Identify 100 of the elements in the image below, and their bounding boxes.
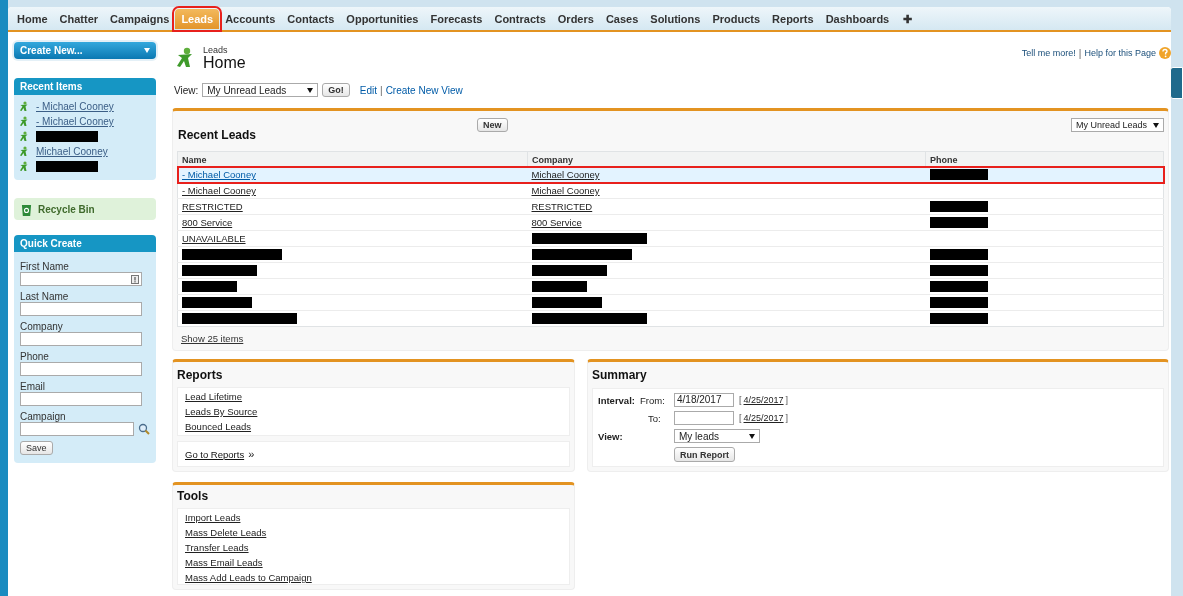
recent-item-link[interactable]: - Michael Cooney	[36, 116, 114, 127]
table-row[interactable]	[177, 278, 1164, 295]
field-label: Interval:	[598, 394, 636, 406]
help-icon[interactable]	[1159, 47, 1171, 59]
new-button[interactable]: New	[477, 118, 508, 132]
redaction-bar	[531, 297, 602, 309]
nav-tab[interactable]: Cases	[599, 9, 645, 29]
lead-link[interactable]: RESTRICTED	[182, 201, 243, 212]
save-button[interactable]: Save	[20, 441, 53, 455]
field-label: From:	[640, 394, 666, 406]
redaction-bar	[36, 161, 98, 172]
filter-select[interactable]: My Unread Leads	[1070, 118, 1164, 132]
date-link[interactable]: 4/25/2017	[743, 413, 784, 423]
show-more-link[interactable]: Show 25 items	[181, 333, 244, 344]
input-field[interactable]	[20, 392, 142, 406]
lookup-search-icon[interactable]	[138, 423, 150, 435]
lead-person-icon	[19, 101, 29, 112]
tool-link[interactable]: Transfer Leads	[185, 542, 562, 553]
nav-tab[interactable]: Dashboards	[819, 9, 896, 29]
help-link[interactable]: Help for this Page	[1084, 48, 1156, 58]
create-new-button[interactable]: Create New...	[14, 42, 156, 59]
nav-tab[interactable]: Campaigns	[104, 9, 176, 29]
input-field[interactable]	[20, 302, 142, 316]
view-link[interactable]: Create New View	[385, 84, 463, 96]
link-separator: |	[1078, 47, 1082, 59]
date-input[interactable]	[674, 411, 734, 425]
lead-link[interactable]: - Michael Cooney	[182, 185, 256, 196]
view-link[interactable]: Edit	[359, 84, 377, 96]
date-link[interactable]: 4/25/2017	[743, 395, 784, 405]
table-row[interactable]: - Michael Cooney Michael Cooney	[177, 166, 1164, 183]
lead-link[interactable]: UNAVAILABLE	[182, 233, 246, 244]
add-tab-button[interactable]: ✚	[895, 9, 921, 29]
lead-link[interactable]: 800 Service	[182, 217, 233, 228]
view-label: View:	[174, 84, 199, 96]
view-select[interactable]: My leads	[674, 429, 760, 443]
report-link[interactable]: Lead Lifetime	[185, 391, 562, 402]
nav-tab[interactable]: Opportunities	[340, 9, 425, 29]
sidebar-toggle-handle[interactable]	[1170, 67, 1183, 99]
section-title: Recent Leads	[177, 127, 258, 142]
nav-tab[interactable]: Products	[706, 9, 767, 29]
tool-link[interactable]: Mass Add Leads to Campaign	[185, 572, 562, 583]
go-to-reports-link[interactable]: Go to Reports	[185, 448, 245, 460]
nav-tab[interactable]: Reports	[766, 9, 820, 29]
lead-person-icon	[19, 161, 29, 172]
input-field[interactable]	[20, 332, 142, 346]
nav-tab[interactable]: Orders	[551, 9, 600, 29]
lead-link[interactable]: Michael Cooney	[531, 169, 600, 180]
bracket-text: ]	[785, 413, 789, 423]
go-button[interactable]: Go!	[322, 83, 350, 97]
section-title: Summary	[592, 368, 648, 382]
report-link[interactable]: Leads By Source	[185, 406, 562, 417]
redaction-bar	[929, 249, 988, 261]
table-row[interactable]: UNAVAILABLE	[177, 230, 1164, 247]
table-row[interactable]	[177, 294, 1164, 311]
caret-icon	[1153, 122, 1159, 128]
quick-create-header: Quick Create	[14, 235, 156, 252]
table-row[interactable]: 800 Service 800 Service	[177, 214, 1164, 231]
recycle-bin-link[interactable]: Recycle Bin	[14, 198, 156, 220]
recent-item-link[interactable]: - Michael Cooney	[36, 101, 114, 112]
lead-link[interactable]: 800 Service	[531, 217, 582, 228]
tool-link[interactable]: Import Leads	[185, 512, 562, 523]
tool-link[interactable]: Mass Delete Leads	[185, 527, 562, 538]
table-row[interactable]	[177, 262, 1164, 279]
section-title: Tools	[177, 489, 210, 503]
nav-tab[interactable]: Solutions	[644, 9, 707, 29]
caret-icon	[144, 48, 150, 53]
lead-person-icon	[175, 47, 195, 69]
table-row[interactable]: RESTRICTED RESTRICTED	[177, 198, 1164, 215]
redaction-bar	[36, 131, 98, 142]
help-link[interactable]: Tell me more!	[1021, 48, 1076, 58]
tool-link[interactable]: Mass Email Leads	[185, 557, 562, 568]
redaction-bar	[182, 297, 252, 309]
lead-person-icon	[19, 131, 29, 142]
lead-person-icon	[19, 146, 29, 157]
field-label: View:	[598, 430, 624, 442]
nav-tab[interactable]: Forecasts	[424, 9, 489, 29]
nav-tab[interactable]: Accounts	[219, 9, 282, 29]
nav-tab[interactable]: Contracts	[488, 9, 552, 29]
recent-item-link[interactable]: Michael Cooney	[36, 146, 108, 157]
field-label: Last Name	[20, 291, 70, 302]
table-row[interactable]	[177, 310, 1164, 327]
input-field[interactable]	[20, 362, 142, 376]
run-report-button[interactable]: Run Report	[674, 447, 735, 462]
field-label: Email	[20, 381, 46, 392]
section-title: Reports	[177, 368, 224, 382]
date-input[interactable]: 4/18/2017	[674, 393, 734, 407]
lead-link[interactable]: Michael Cooney	[531, 185, 600, 196]
table-row[interactable]: - Michael Cooney Michael Cooney	[177, 182, 1164, 199]
nav-tab[interactable]: Chatter	[53, 9, 105, 29]
lead-link[interactable]: - Michael Cooney	[182, 169, 256, 180]
table-row[interactable]	[177, 246, 1164, 263]
redaction-bar	[929, 217, 988, 229]
nav-tab[interactable]: Home	[11, 9, 54, 29]
page-title: Home	[203, 55, 246, 71]
nav-tab[interactable]: Contacts	[281, 9, 341, 29]
input-field[interactable]	[20, 422, 134, 436]
lead-link[interactable]: RESTRICTED	[531, 201, 593, 212]
input-field[interactable]	[20, 272, 142, 286]
view-select[interactable]: My Unread Leads	[202, 83, 319, 97]
report-link[interactable]: Bounced Leads	[185, 421, 562, 432]
